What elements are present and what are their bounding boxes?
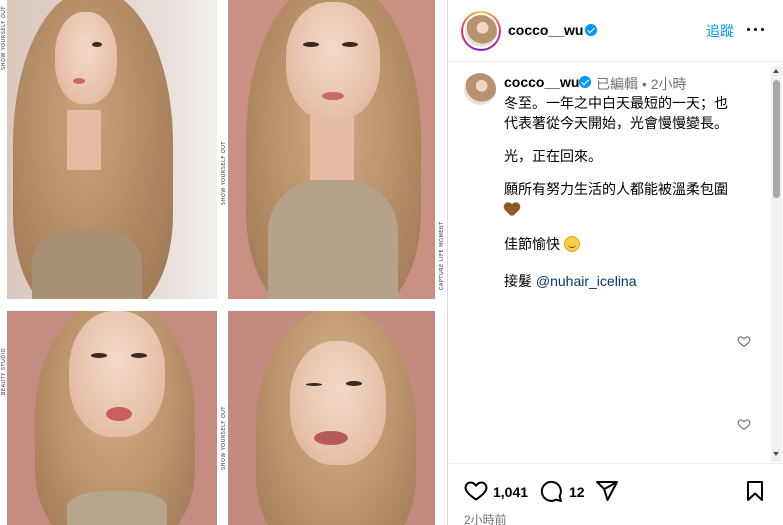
verified-badge-icon (585, 24, 597, 36)
story-ring[interactable] (461, 11, 501, 51)
post-header: cocco__wu 追蹤 (448, 0, 783, 62)
comment-icon[interactable] (539, 479, 563, 503)
scroll-up-arrow-icon[interactable] (773, 69, 779, 73)
heart-icon[interactable] (464, 479, 488, 503)
caption-meta: 已編輯 • 2小時 (596, 74, 686, 94)
post-sidebar: cocco__wu 追蹤 cocco__wu 已編輯 • 2小時 冬至。一年之中… (447, 0, 783, 525)
meta-separator: • (641, 76, 647, 92)
comment-like-icon[interactable] (737, 417, 751, 431)
avatar[interactable] (464, 73, 496, 105)
brown-heart-icon (504, 200, 520, 220)
verified-badge-icon (579, 76, 591, 88)
caption-line-greeting: 佳節愉快 (504, 234, 580, 254)
save-icon[interactable] (743, 479, 767, 503)
edited-label: 已編輯 (596, 76, 638, 92)
caption-line: 佳節愉快 (504, 236, 560, 252)
comments-scrollbar[interactable] (771, 66, 782, 462)
smile-icon (563, 236, 580, 252)
photo-side-label: BEAUTY STUDIO (1, 347, 7, 395)
photo-side-label: CAPTURE LIFE MOMENT (439, 221, 445, 290)
photo-booth-frame-1 (7, 0, 217, 299)
like-count[interactable]: 1,041 (493, 484, 528, 500)
action-bar: 1,041 12 2小時前 (448, 463, 783, 525)
caption-line: 願所有努力生活的人都能被溫柔包圍 (504, 181, 728, 197)
follow-button[interactable]: 追蹤 (706, 21, 734, 41)
photo-booth-frame-4 (228, 311, 435, 525)
post-media[interactable]: SHOW YOURSELF OUT SHOW YOURSELF OUT CAPT… (0, 0, 447, 525)
share-icon[interactable] (595, 479, 619, 503)
comment-count[interactable]: 12 (569, 484, 585, 500)
caption-line-hair: 接髮 @nuhair_icelina (504, 271, 637, 291)
caption-line: 代表著從今天開始，光會慢慢變長。 (504, 115, 728, 131)
avatar[interactable] (465, 15, 497, 47)
scrollbar-thumb[interactable] (773, 80, 780, 198)
photo-side-label: SHOW YOURSELF OUT (221, 141, 227, 205)
caption-time[interactable]: 2小時 (651, 76, 687, 92)
caption-section: cocco__wu 已編輯 • 2小時 冬至。一年之中白天最短的一天；也 代表著… (448, 63, 783, 463)
photo-side-label: SHOW YOURSELF OUT (1, 6, 7, 70)
photo-side-label: SHOW YOURSELF OUT (221, 406, 227, 470)
photo-booth-frame-3 (7, 311, 217, 525)
photo-booth-frame-2 (228, 0, 435, 299)
more-options-icon[interactable] (746, 19, 766, 39)
caption-line: 接髮 (504, 273, 532, 289)
caption-line: 冬至。一年之中白天最短的一天；也 (504, 95, 728, 111)
caption-line: 光，正在回來。 (504, 148, 602, 164)
comment-like-icon[interactable] (737, 334, 751, 348)
scroll-down-arrow-icon[interactable] (773, 452, 779, 456)
mention-link[interactable]: @nuhair_icelina (536, 273, 637, 289)
author-username[interactable]: cocco__wu (508, 22, 583, 38)
caption-username[interactable]: cocco__wu (504, 74, 579, 90)
post-timestamp[interactable]: 2小時前 (464, 511, 507, 525)
